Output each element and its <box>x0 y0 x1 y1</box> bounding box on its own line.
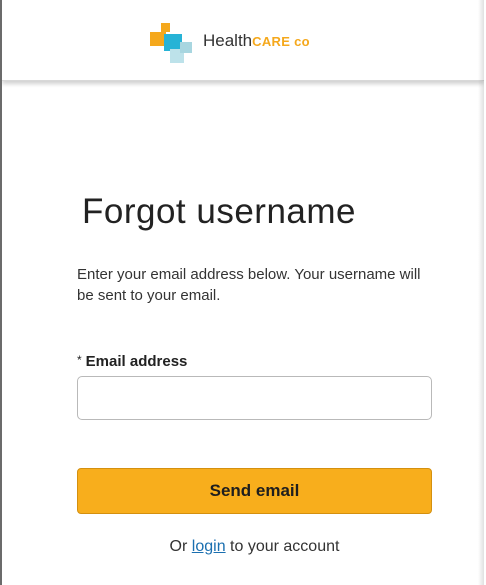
brand-name-accent: CARE co <box>252 34 310 49</box>
logo-squares-icon <box>150 22 196 66</box>
page-title: Forgot username <box>82 192 357 231</box>
header-bar: HealthCARE co <box>2 0 484 81</box>
email-label-text: Email address <box>85 353 188 370</box>
instructions-text: Enter your email address below. Your use… <box>77 266 421 304</box>
email-input[interactable] <box>77 376 432 420</box>
required-marker: * <box>77 353 82 367</box>
send-email-button[interactable]: Send email <box>77 468 432 514</box>
email-field-label: * Email address <box>77 353 187 370</box>
login-prompt-suffix: to your account <box>230 538 340 555</box>
brand-name-main: Health <box>203 31 253 50</box>
page-frame: HealthCARE co Forgot username Enter your… <box>0 0 484 585</box>
brand-logo[interactable]: HealthCARE co <box>150 22 360 66</box>
login-prompt: Or login to your account <box>2 538 484 556</box>
brand-name: HealthCARE co <box>203 31 310 51</box>
login-link[interactable]: login <box>192 538 226 555</box>
login-prompt-prefix: Or <box>169 538 188 555</box>
